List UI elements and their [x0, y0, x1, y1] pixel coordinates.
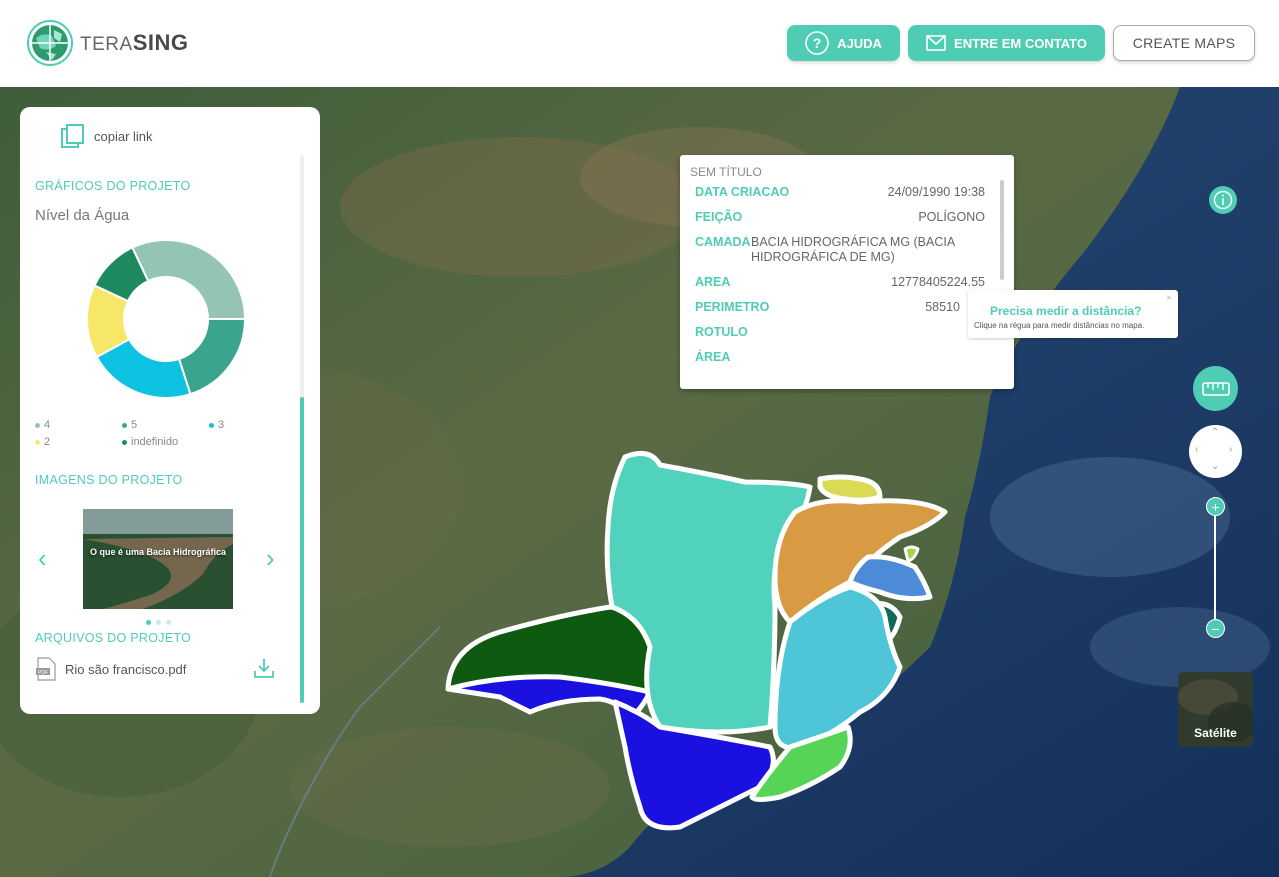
header: TERASING ? AJUDA ENTRE EM CONTATO CREATE…: [0, 0, 1279, 87]
zoom-out-button[interactable]: −: [1206, 619, 1225, 638]
info-button[interactable]: [1209, 186, 1237, 214]
legend-label: 2: [44, 436, 51, 448]
donut-chart[interactable]: [86, 239, 246, 399]
download-icon[interactable]: [253, 657, 275, 679]
popup-key: DATA CRIACAO: [695, 185, 790, 199]
legend-dot: [209, 422, 214, 428]
pan-right-icon[interactable]: ›: [1229, 444, 1232, 455]
carousel-dot[interactable]: [166, 620, 171, 625]
carousel-image[interactable]: O que é uma Bacia Hidrográfica: [83, 509, 233, 609]
contact-button[interactable]: ENTRE EM CONTATO: [908, 25, 1105, 61]
carousel-caption: O que é uma Bacia Hidrográfica: [89, 547, 227, 557]
popup-row: ROTULO: [695, 325, 985, 339]
basin-yellow: [817, 474, 883, 503]
legend-item-2[interactable]: 2: [35, 436, 50, 448]
legend-dot: [122, 439, 127, 445]
copy-link-button[interactable]: copiar link: [60, 123, 153, 149]
tooltip-text: Clique na régua para medir distâncias no…: [974, 321, 1145, 330]
popup-value: 24/09/1990 19:38: [887, 185, 985, 199]
popup-title: SEM TÍTULO: [690, 165, 762, 179]
legend-label: 4: [44, 419, 51, 431]
carousel-dots: [146, 620, 171, 625]
popup-key: AREA: [695, 275, 731, 289]
legend-dot: [35, 422, 40, 428]
charts-section-title: GRÁFICOS DO PROJETO: [35, 179, 191, 193]
svg-text:?: ?: [813, 35, 822, 51]
river-image: [83, 509, 233, 609]
globe-logo-icon: [27, 20, 73, 66]
create-maps-button[interactable]: CREATE MAPS: [1113, 25, 1255, 61]
popup-value: POLÍGONO: [918, 210, 985, 224]
chevron-left-icon[interactable]: ‹: [38, 543, 47, 574]
popup-key: PERIMETRO: [695, 300, 770, 314]
pan-down-icon[interactable]: ⌄: [1211, 461, 1219, 472]
legend-dot: [35, 439, 40, 445]
close-icon[interactable]: ×: [1166, 293, 1172, 304]
logo-prefix: TERA: [80, 34, 133, 55]
popup-row: PERIMETRO 58510: [695, 300, 985, 314]
popup-key: CAMADA: [695, 235, 751, 249]
logo[interactable]: TERASING: [26, 18, 188, 68]
popup-row: FEIÇÃO POLÍGONO: [695, 210, 985, 224]
popup-key: ÁREA: [695, 350, 731, 364]
pan-left-icon[interactable]: ‹: [1195, 444, 1198, 455]
images-section-title: IMAGENS DO PROJETO: [35, 473, 183, 487]
pan-up-icon[interactable]: ⌃: [1211, 427, 1219, 438]
copy-icon: [61, 124, 84, 148]
logo-bold: SING: [132, 30, 189, 55]
zoom-slider[interactable]: [1214, 512, 1216, 624]
files-section-title: ARQUIVOS DO PROJETO: [35, 631, 192, 645]
legend-label: 3: [218, 419, 225, 431]
copy-link-label: copiar link: [94, 128, 153, 144]
chart-title: Nível da Água: [35, 207, 130, 224]
donut-slice-4[interactable]: [131, 239, 246, 320]
donut-slice-5[interactable]: [177, 318, 246, 396]
contact-label: ENTRE EM CONTATO: [954, 35, 1087, 51]
chevron-right-icon[interactable]: ›: [266, 543, 275, 574]
satellite-toggle[interactable]: Satélite: [1178, 672, 1253, 747]
legend-dot: [122, 422, 127, 428]
popup-row: CAMADA BACIA HIDROGRÁFICA MG (BACIA HIDRO…: [695, 235, 985, 264]
info-icon: [1213, 190, 1233, 210]
help-label: AJUDA: [837, 35, 882, 51]
legend-label: indefinido: [131, 436, 179, 448]
legend-item-indefinido[interactable]: indefinido: [122, 436, 178, 448]
legend-item-3[interactable]: 3: [209, 419, 224, 431]
satellite-label: Satélite: [1194, 726, 1237, 740]
zoom-in-button[interactable]: +: [1206, 497, 1225, 516]
measure-tooltip: Precisa medir a distância? Clique na rég…: [968, 290, 1178, 338]
feature-popup: SEM TÍTULO DATA CRIACAO 24/09/1990 19:38 …: [680, 155, 1014, 389]
create-maps-label: CREATE MAPS: [1132, 35, 1236, 51]
popup-value: BACIA HIDROGRÁFICA MG (BACIA HIDROGRÁFIC…: [751, 235, 955, 264]
ruler-button[interactable]: [1193, 366, 1238, 411]
question-icon: ?: [805, 31, 829, 55]
pan-control[interactable]: ⌃ ⌄ ‹ ›: [1189, 425, 1242, 478]
ruler-icon: [1201, 381, 1230, 396]
legend-item-4[interactable]: 4: [35, 419, 50, 431]
file-item[interactable]: PDF Rio são francisco.pdf: [35, 657, 280, 681]
carousel-dot[interactable]: [156, 620, 161, 625]
popup-row: AREA 12778405224.55: [695, 275, 985, 289]
tooltip-title: Precisa medir a distância?: [990, 304, 1142, 318]
pdf-icon: PDF: [36, 657, 56, 681]
popup-row: ÁREA: [695, 350, 985, 364]
popup-key: FEIÇÃO: [695, 210, 743, 224]
popup-scrollbar[interactable]: [1000, 180, 1004, 280]
popup-value: 12778405224.55: [891, 275, 985, 289]
popup-row: DATA CRIACAO 24/09/1990 19:38: [695, 185, 985, 199]
panel-scrollbar-thumb[interactable]: [300, 397, 304, 703]
file-name: Rio são francisco.pdf: [65, 661, 187, 677]
project-panel: copiar link GRÁFICOS DO PROJETO Nível da…: [20, 107, 320, 714]
help-button[interactable]: ? AJUDA: [787, 25, 900, 61]
popup-value: 58510: [925, 300, 960, 314]
svg-text:PDF: PDF: [38, 670, 48, 676]
legend-item-5[interactable]: 5: [122, 419, 137, 431]
carousel-dot[interactable]: [146, 620, 151, 625]
mail-icon: [926, 35, 946, 51]
legend-label: 5: [131, 419, 138, 431]
logo-text: TERASING: [80, 30, 188, 56]
popup-key: ROTULO: [695, 325, 748, 339]
